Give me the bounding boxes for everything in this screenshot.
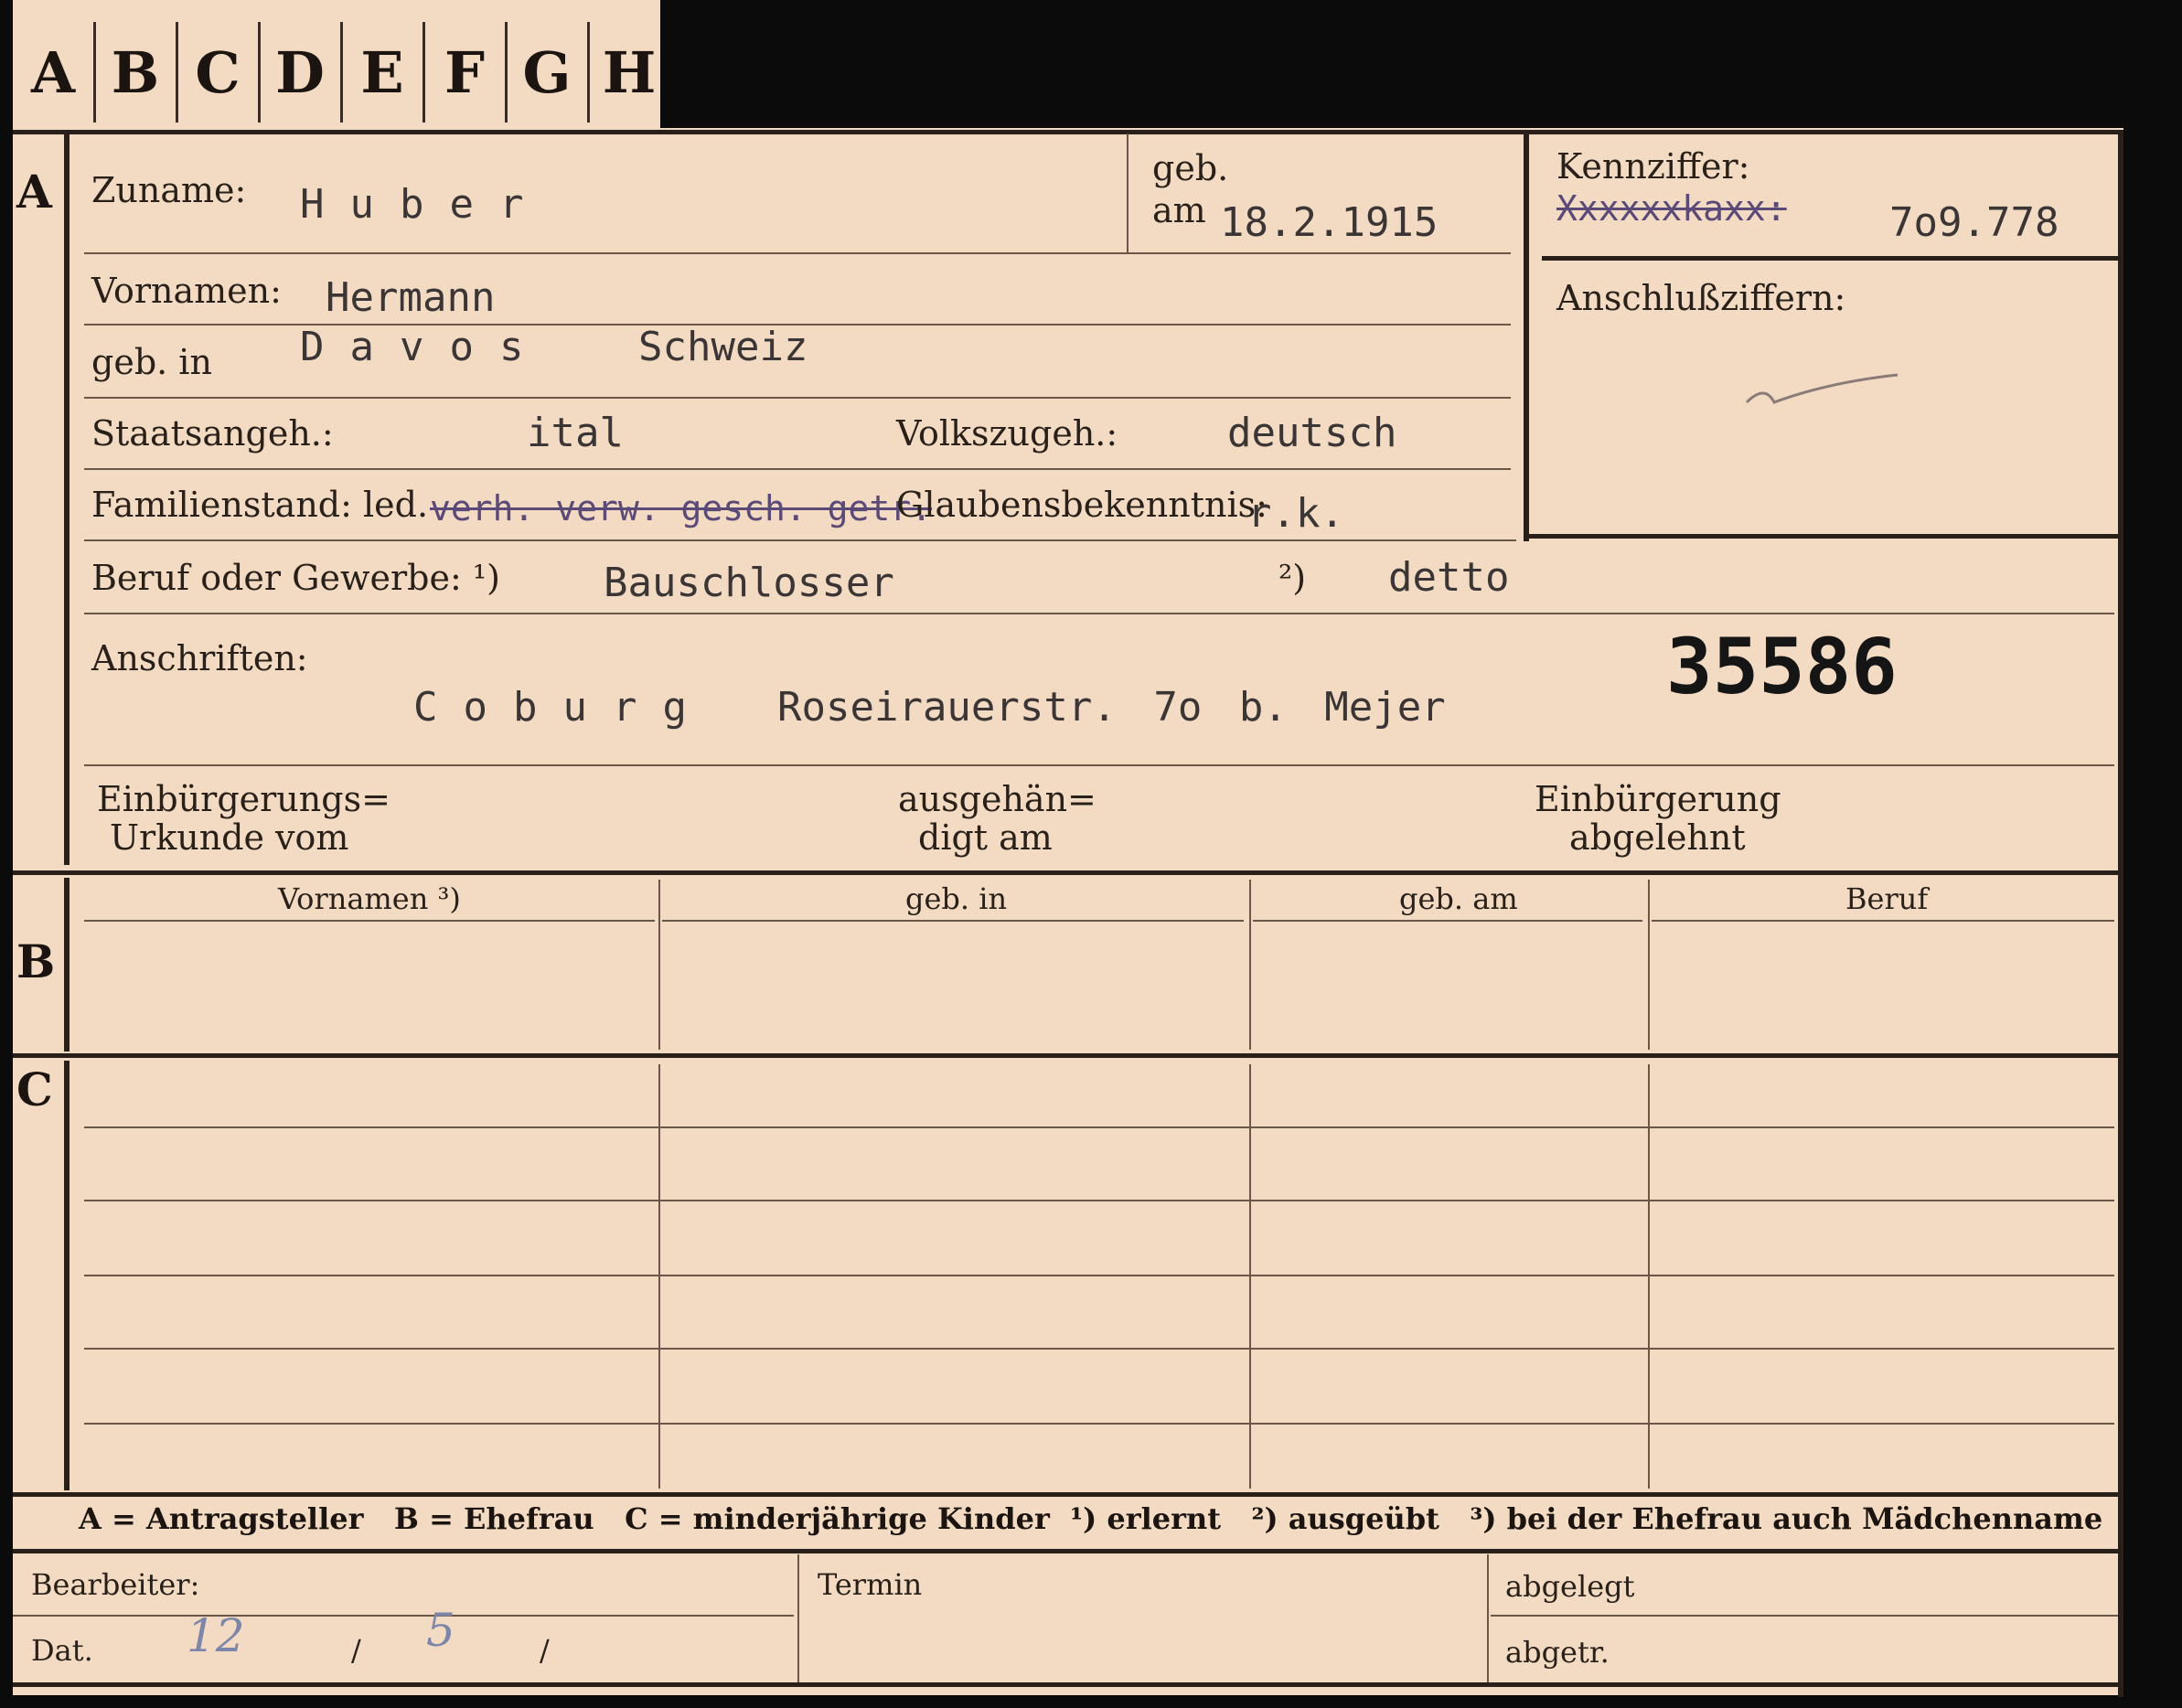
anschrift-ort-value: Coburg: [413, 684, 712, 731]
tab-f[interactable]: F: [424, 22, 508, 123]
section-a-rule: [64, 133, 70, 865]
tab-a[interactable]: A: [13, 22, 96, 123]
section-c-rule: [64, 1061, 70, 1490]
geb-in-label: geb. in: [91, 342, 212, 382]
rule: [84, 1348, 2114, 1350]
geb-in-value: Davos: [300, 324, 550, 370]
rule: [84, 1423, 2114, 1425]
ausgehaendigt-label-1: ausgehän=: [898, 779, 1096, 819]
column-divider: [1648, 880, 1650, 1050]
volkszugeh-value: deutsch: [1227, 410, 1397, 456]
pencil-mark: [1745, 373, 1899, 404]
bearbeiter-label: Bearbeiter:: [31, 1567, 200, 1602]
anschluss-bottom-rule: [1524, 534, 2123, 539]
divider: [1127, 133, 1128, 252]
rule: [84, 764, 2114, 766]
dat-label: Dat.: [31, 1633, 93, 1668]
volkszugeh-label: Volkszugeh.:: [896, 413, 1118, 454]
am-label: am: [1152, 190, 1206, 230]
staatsangeh-value: ital: [527, 410, 624, 456]
dat-separator: /: [351, 1633, 361, 1668]
einbuergerung-label-1: Einbürgerungs=: [97, 779, 390, 819]
section-a-bottom-rule: [13, 870, 2123, 875]
section-c-letter: C: [16, 1062, 53, 1116]
abgelehnt-label-2: abgelehnt: [1569, 817, 1746, 858]
zuname-value: Huber: [300, 181, 550, 228]
legend-text: A = Antragsteller B = Ehefrau C = minder…: [79, 1501, 2103, 1536]
dat-month-handwritten: 5: [426, 1604, 455, 1657]
letter-tab-strip: A B C D E F G H: [13, 0, 660, 133]
rule: [1491, 1615, 2118, 1617]
column-divider: [1487, 1554, 1489, 1682]
beruf-erlernt-value: Bauschlosser: [604, 560, 894, 606]
dat-day-handwritten: 12: [187, 1609, 245, 1662]
column-divider: [1249, 880, 1251, 1050]
kennziffer-box-rule: [1524, 133, 1529, 541]
abgelehnt-label-1: Einbürgerung: [1535, 779, 1781, 819]
geb-land-value: Schweiz: [638, 324, 808, 370]
table-header-geb-in: geb. in: [905, 881, 1008, 916]
section-b-bottom-rule: [13, 1053, 2123, 1058]
rule: [84, 1200, 2114, 1201]
tab-b[interactable]: B: [95, 22, 178, 123]
top-rule: [13, 130, 2123, 134]
glaubensbekenntnis-label: Glaubensbekenntnis:: [896, 485, 1267, 525]
abgelegt-label: abgelegt: [1505, 1569, 1635, 1604]
einbuergerung-label-2: Urkunde vom: [110, 817, 349, 858]
section-b-letter: B: [16, 934, 56, 988]
zuname-label: Zuname:: [91, 170, 247, 210]
kennziffer-rule: [1542, 256, 2118, 261]
kennziffer-label: Kennziffer:: [1556, 146, 1750, 187]
anschrift-strasse-value: Roseirauerstr. 7o b. Mejer: [777, 684, 1446, 731]
card-number-stamp: 35586: [1666, 622, 1898, 711]
section-a-letter: A: [16, 165, 52, 219]
geb-label: geb.: [1152, 148, 1229, 188]
rule: [1253, 920, 1642, 922]
geb-am-value: 18.2.1915: [1220, 199, 1439, 246]
termin-label: Termin: [818, 1567, 923, 1602]
rule: [662, 920, 1244, 922]
beruf-ausgeuebt-value: detto: [1388, 554, 1510, 601]
legend-top-rule: [13, 1492, 2123, 1497]
table-header-geb-am: geb. am: [1399, 881, 1518, 916]
rule: [1652, 920, 2114, 922]
rule: [84, 1126, 2114, 1128]
kennziffer-struck-text: Xxxxxxkaxx:: [1556, 188, 1787, 229]
table-header-beruf: Beruf: [1845, 881, 1929, 916]
column-divider: [658, 880, 660, 1050]
rule: [84, 468, 1511, 470]
tab-d[interactable]: D: [260, 22, 343, 123]
anschriften-label: Anschriften:: [91, 638, 308, 678]
column-divider: [797, 1554, 799, 1682]
beruf-label: Beruf oder Gewerbe: ¹): [91, 558, 500, 598]
rule: [84, 1275, 2114, 1276]
rule: [84, 539, 1516, 541]
vornamen-value: Hermann: [326, 274, 496, 321]
tab-h[interactable]: H: [589, 22, 669, 123]
staatsangeh-label: Staatsangeh.:: [91, 413, 334, 454]
rule: [13, 1615, 794, 1617]
rule: [84, 397, 1511, 399]
familienstand-struck-text: verh. verw. gesch. getr.: [430, 488, 933, 528]
anschlussziffern-label: Anschlußziffern:: [1556, 278, 1846, 318]
kennziffer-value: 7o9.778: [1889, 199, 2059, 246]
dat-separator: /: [540, 1633, 550, 1668]
ausgehaendigt-label-2: digt am: [918, 817, 1053, 858]
beruf-ausgeuebt-label: ²): [1278, 558, 1307, 598]
section-b-rule: [64, 878, 70, 1051]
legend-bottom-rule: [13, 1549, 2123, 1553]
rule: [84, 252, 1511, 254]
bottom-rule: [13, 1682, 2123, 1687]
vornamen-label: Vornamen:: [91, 271, 282, 311]
right-rule: [2118, 133, 2123, 1697]
table-header-vornamen: Vornamen ³): [278, 881, 461, 916]
rule: [84, 613, 2114, 614]
tab-e[interactable]: E: [342, 22, 425, 123]
tab-c[interactable]: C: [177, 22, 261, 123]
tab-g[interactable]: G: [507, 22, 590, 123]
familienstand-label: Familienstand: led.: [91, 485, 429, 525]
glaubensbekenntnis-value: r.k.: [1247, 490, 1344, 537]
abgetr-label: abgetr.: [1505, 1635, 1610, 1670]
rule: [84, 920, 655, 922]
